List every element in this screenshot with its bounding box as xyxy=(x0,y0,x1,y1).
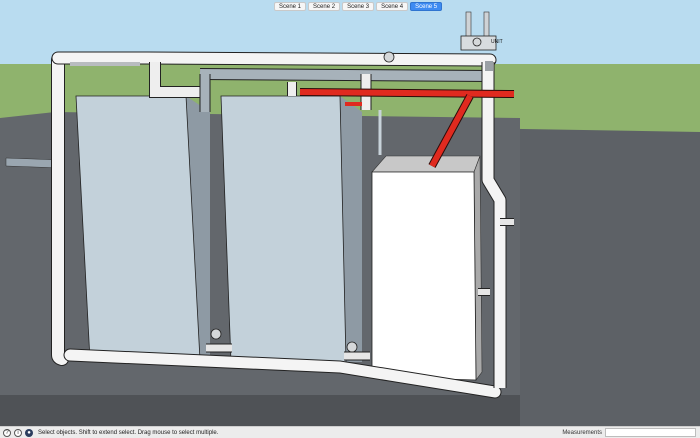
status-bar: ? i ● Select objects. Shift to extend se… xyxy=(0,426,700,438)
pipe-red xyxy=(299,89,515,97)
measurements-field[interactable] xyxy=(605,428,696,437)
scene-tab-1[interactable]: Scene 1 xyxy=(274,2,307,11)
exhaust-stack xyxy=(483,11,490,39)
unit-right[interactable] xyxy=(371,171,477,381)
pipe-frame-left xyxy=(52,54,68,365)
info-icon[interactable]: i xyxy=(14,428,22,437)
scene-tabs: Scene 1 Scene 2 Scene 3 Scene 4 Scene 5 xyxy=(274,2,443,11)
3d-viewport[interactable] xyxy=(0,0,700,426)
status-message: Select objects. Shift to extend select. … xyxy=(38,429,219,436)
user-icon[interactable]: ● xyxy=(25,428,33,437)
valve-handle[interactable] xyxy=(383,51,395,63)
pipe-frame-top xyxy=(52,52,496,66)
unit-label: UNIT xyxy=(491,39,503,45)
valve-handle[interactable] xyxy=(346,341,358,353)
unit-right-top xyxy=(371,155,481,173)
model-scene[interactable] xyxy=(0,0,700,426)
valve-handle[interactable] xyxy=(210,328,222,340)
valve-handle[interactable] xyxy=(472,37,482,47)
measurements-label: Measurements xyxy=(562,429,602,436)
exhaust-stack xyxy=(465,11,472,39)
scene-tab-2[interactable]: Scene 2 xyxy=(308,2,341,11)
unit-left[interactable] xyxy=(75,95,201,361)
pipe-gray-upper xyxy=(199,69,491,81)
scene-tab-3[interactable]: Scene 3 xyxy=(342,2,375,11)
scene-tab-4[interactable]: Scene 4 xyxy=(376,2,409,11)
scene-tab-5[interactable]: Scene 5 xyxy=(410,2,443,11)
unit-middle[interactable] xyxy=(220,95,347,363)
help-icon[interactable]: ? xyxy=(3,428,11,437)
